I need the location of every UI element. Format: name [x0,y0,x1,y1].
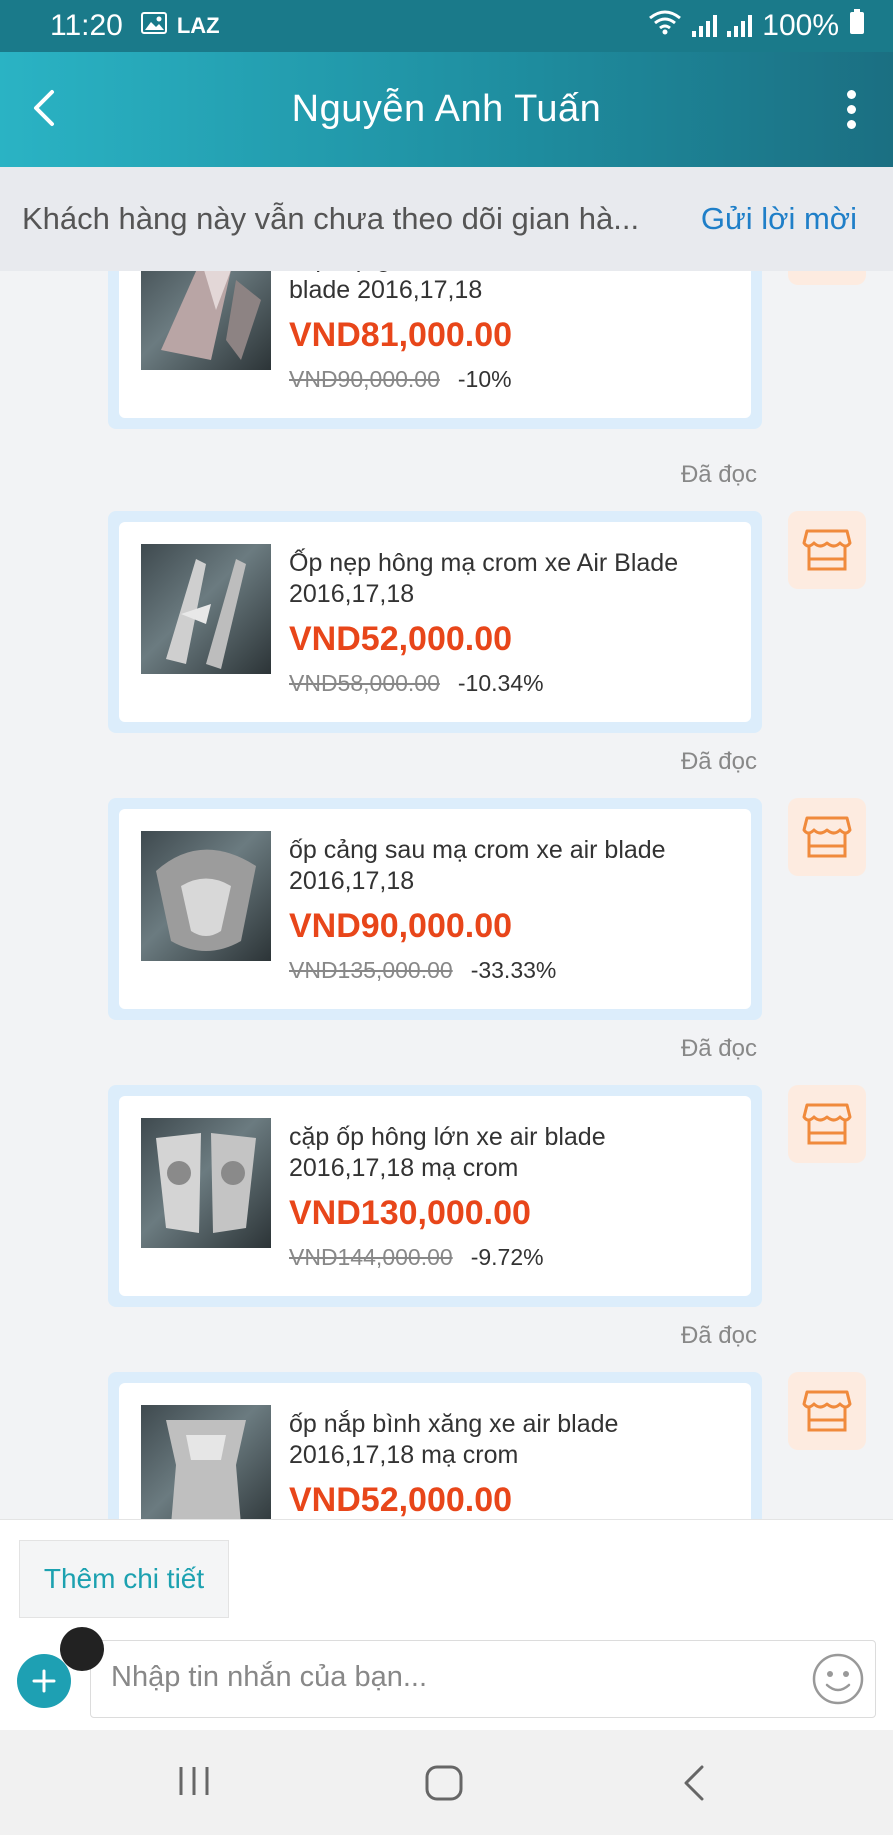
read-status: Đã đọc [680,1322,757,1349]
product-card[interactable]: Ốp nẹp hông mạ crom xe Air Blade 2016,17… [119,522,751,722]
original-price: VND90,000.00 [289,366,440,392]
product-card[interactable]: ốp nắp bình xăng xe air blade 2016,17,18… [119,1383,751,1519]
follow-banner: Khách hàng này vẫn chưa theo dõi gian hà… [0,167,893,271]
shop-icon[interactable] [788,511,866,589]
product-image [141,544,271,674]
original-price: VND135,000.00 [289,957,453,983]
system-nav-bar [0,1730,893,1835]
recent-apps-icon[interactable] [176,1764,212,1803]
more-options-icon[interactable] [845,90,857,130]
read-status: Đã đọc [680,1035,757,1062]
composer: Thêm chi tiết Nhập tin nhắn của bạn... [0,1519,893,1731]
shop-icon[interactable] [788,271,866,285]
original-price: VND144,000.00 [289,1244,453,1270]
signal-icon [727,15,753,37]
signal-icon [692,15,718,37]
shop-icon[interactable] [788,798,866,876]
battery-icon [849,9,865,43]
product-price: VND52,000.00 [289,1481,513,1519]
status-bar: 11:20 LAZ 100% [0,0,893,52]
product-name: cặp ốp hông lớn xe air blade 2016,17,18 … [289,1123,606,1182]
chat-area[interactable]: cặp Ốp gác chân sau mạ crom xe air blade… [0,271,893,1519]
product-image [141,1118,271,1248]
clock: 11:20 [50,9,123,42]
product-message: ốp cảng sau mạ crom xe air blade 2016,17… [108,798,762,1020]
product-message: Ốp nẹp hông mạ crom xe Air Blade 2016,17… [108,511,762,733]
shop-icon[interactable] [788,1372,866,1450]
discount-percent: -9.72% [470,1244,544,1270]
chat-header: Nguyễn Anh Tuấn [0,52,893,167]
product-name: ốp nắp bình xăng xe air blade 2016,17,18… [289,1410,619,1469]
product-price: VND130,000.00 [289,1194,531,1232]
original-price: VND58,000.00 [289,670,440,696]
wifi-icon [648,9,682,43]
discount-percent: -10% [457,366,512,392]
product-name: cặp Ốp gác chân sau mạ crom xe air blade… [289,271,698,304]
product-price: VND90,000.00 [289,907,513,945]
read-status: Đã đọc [680,748,757,775]
send-invite-button[interactable]: Gửi lời mời [701,201,857,237]
message-input[interactable]: Nhập tin nhắn của bạn... [90,1640,876,1718]
message-placeholder: Nhập tin nhắn của bạn... [111,1661,428,1693]
more-details-button[interactable]: Thêm chi tiết [19,1540,229,1618]
product-name: ốp cảng sau mạ crom xe air blade 2016,17… [289,836,666,895]
product-message: ốp nắp bình xăng xe air blade 2016,17,18… [108,1372,762,1519]
read-status: Đã đọc [680,461,757,488]
banner-text: Khách hàng này vẫn chưa theo dõi gian hà… [22,201,640,236]
product-card[interactable]: ốp cảng sau mạ crom xe air blade 2016,17… [119,809,751,1009]
floating-overlay-dot[interactable] [60,1627,104,1671]
product-price: VND81,000.00 [289,316,513,354]
product-message: cặp ốp hông lớn xe air blade 2016,17,18 … [108,1085,762,1307]
product-image [141,271,271,370]
discount-percent: -33.33% [470,957,557,983]
product-price: VND52,000.00 [289,620,513,658]
emoji-icon[interactable] [811,1652,865,1706]
image-icon [140,12,167,40]
back-icon[interactable] [680,1764,708,1807]
shop-icon[interactable] [788,1085,866,1163]
product-message: cặp Ốp gác chân sau mạ crom xe air blade… [108,271,762,429]
discount-percent: -10.34% [457,670,544,696]
plus-icon [32,1669,56,1693]
battery-level: 100% [762,9,839,42]
contact-name: Nguyễn Anh Tuấn [291,88,602,130]
home-icon[interactable] [424,1764,464,1807]
app-tag: LAZ [176,13,220,38]
product-image [141,831,271,961]
back-arrow-icon[interactable] [26,88,66,128]
add-attachment-button[interactable] [17,1654,71,1708]
product-name: Ốp nẹp hông mạ crom xe Air Blade 2016,17… [289,549,679,608]
product-image [141,1405,271,1519]
product-card[interactable]: cặp ốp hông lớn xe air blade 2016,17,18 … [119,1096,751,1296]
product-card[interactable]: cặp Ốp gác chân sau mạ crom xe air blade… [119,271,751,418]
